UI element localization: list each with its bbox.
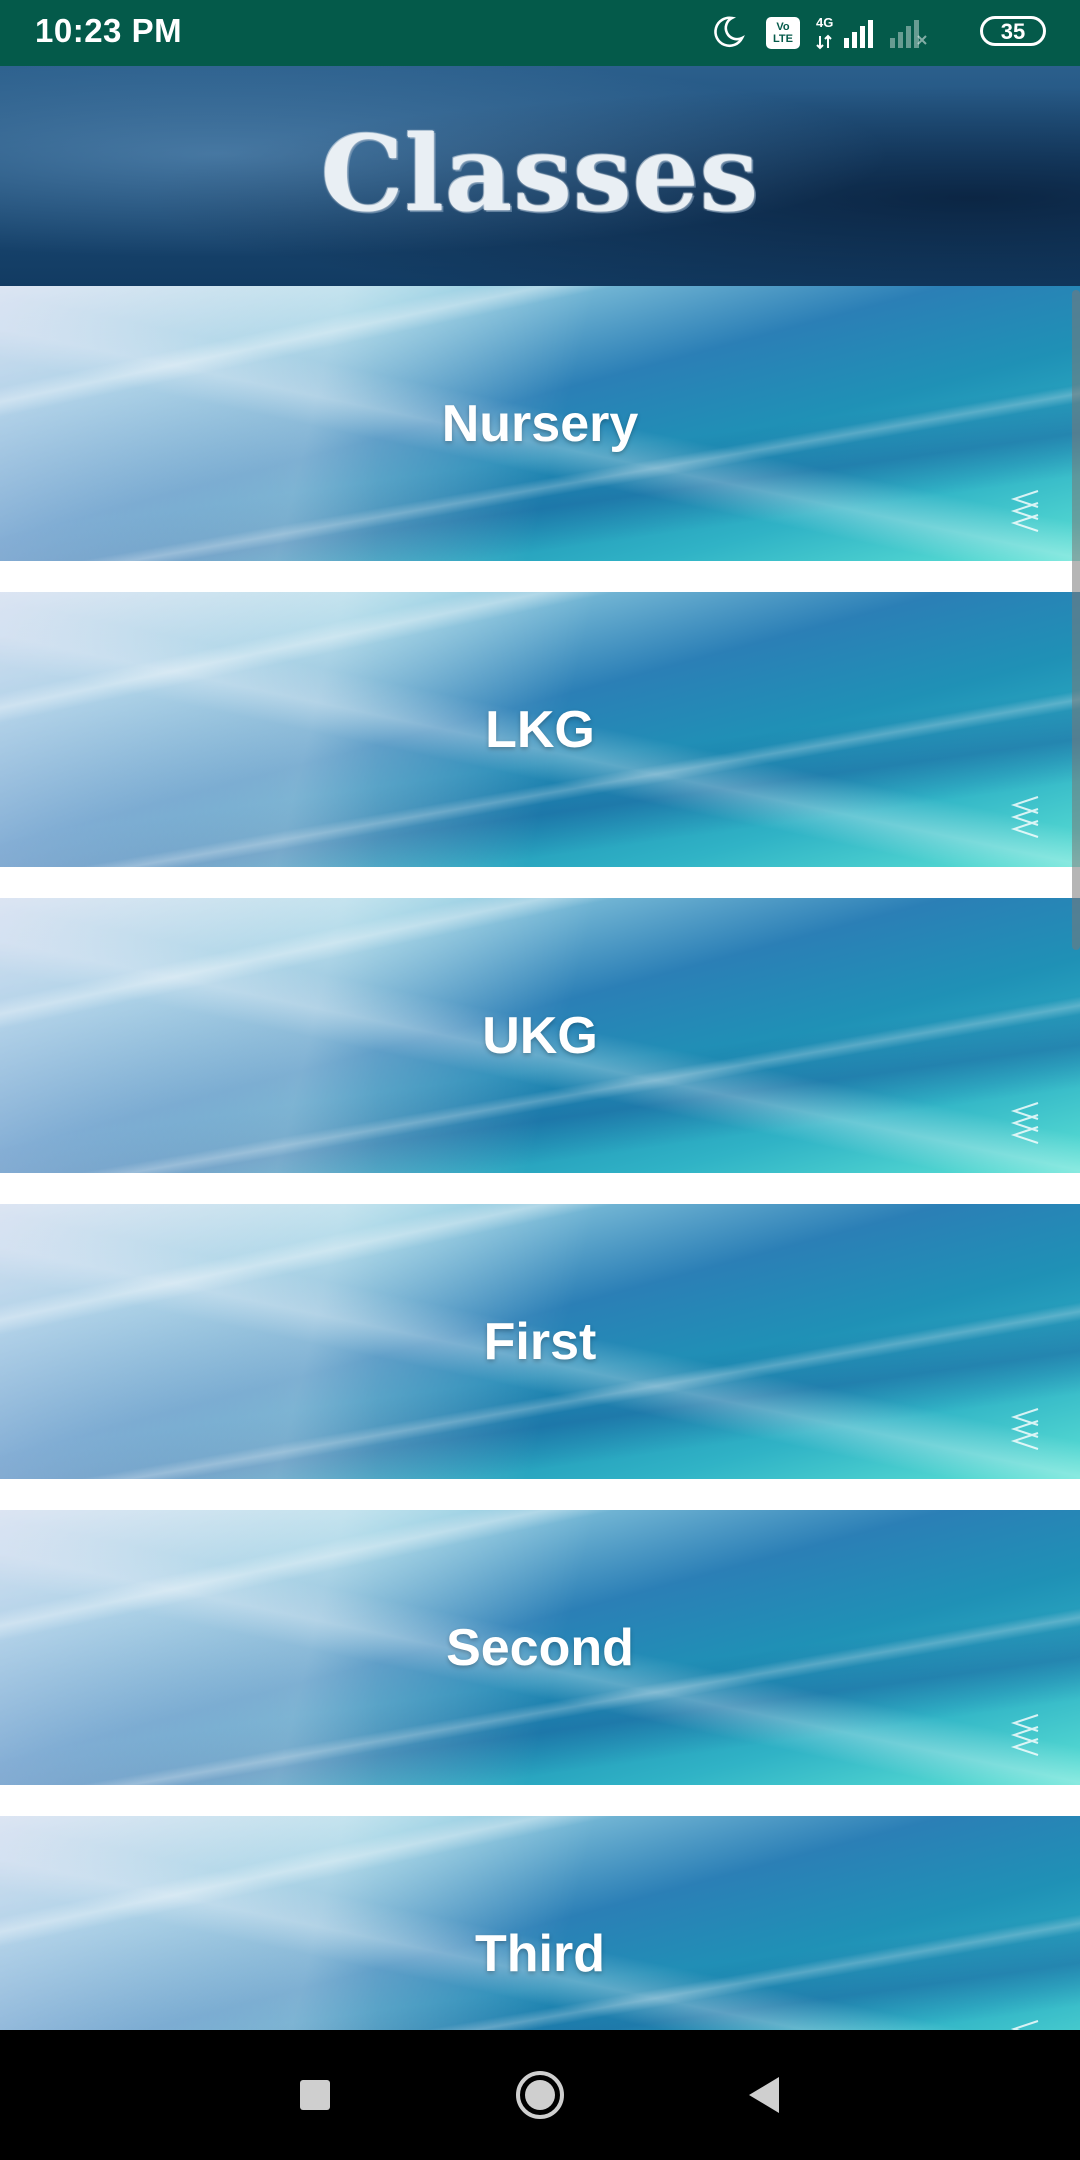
status-bar: 10:23 PM Vo LTE 4G 35: [0, 0, 1080, 66]
class-card-label: Second: [446, 1618, 634, 1677]
home-circle-icon[interactable]: [510, 2065, 570, 2125]
class-card-first[interactable]: First: [0, 1204, 1080, 1479]
class-card-label: First: [483, 1312, 597, 1371]
class-card-label: LKG: [485, 700, 595, 759]
class-card-second[interactable]: Second: [0, 1510, 1080, 1785]
chevrons-decoration-icon: [1010, 796, 1039, 838]
chevrons-decoration-icon: [1010, 490, 1039, 532]
class-card-label: Nursery: [441, 394, 639, 453]
chevrons-decoration-icon: [1010, 1408, 1039, 1450]
class-card-third[interactable]: Third: [0, 1816, 1080, 2030]
status-time: 10:23 PM: [35, 12, 183, 49]
svg-text:4G: 4G: [816, 15, 833, 30]
class-card-nursery[interactable]: Nursery: [0, 286, 1080, 561]
chevrons-decoration-icon: [1010, 2020, 1039, 2030]
class-card-lkg[interactable]: LKG: [0, 592, 1080, 867]
battery-icon: 35: [980, 16, 1046, 46]
chevrons-decoration-icon: [1010, 1714, 1039, 1756]
back-triangle-icon[interactable]: [735, 2065, 795, 2125]
page-title: Classes: [320, 112, 760, 235]
class-card-label: UKG: [482, 1006, 598, 1065]
class-list[interactable]: Nursery LKG UKG First Second Third: [0, 286, 1080, 2030]
class-card-ukg[interactable]: UKG: [0, 898, 1080, 1173]
system-nav-bar: [0, 2030, 1080, 2160]
signal-4g-icon: 4G: [816, 15, 873, 50]
signal-no-service-icon: [890, 20, 927, 48]
scrollbar-thumb[interactable]: [1072, 290, 1080, 950]
header-banner: Classes: [0, 66, 1080, 286]
volte-icon: Vo LTE: [766, 17, 800, 49]
recents-square-icon[interactable]: [285, 2065, 345, 2125]
class-card-label: Third: [475, 1924, 605, 1983]
chevrons-decoration-icon: [1010, 1102, 1039, 1144]
moon-icon: [714, 16, 745, 48]
